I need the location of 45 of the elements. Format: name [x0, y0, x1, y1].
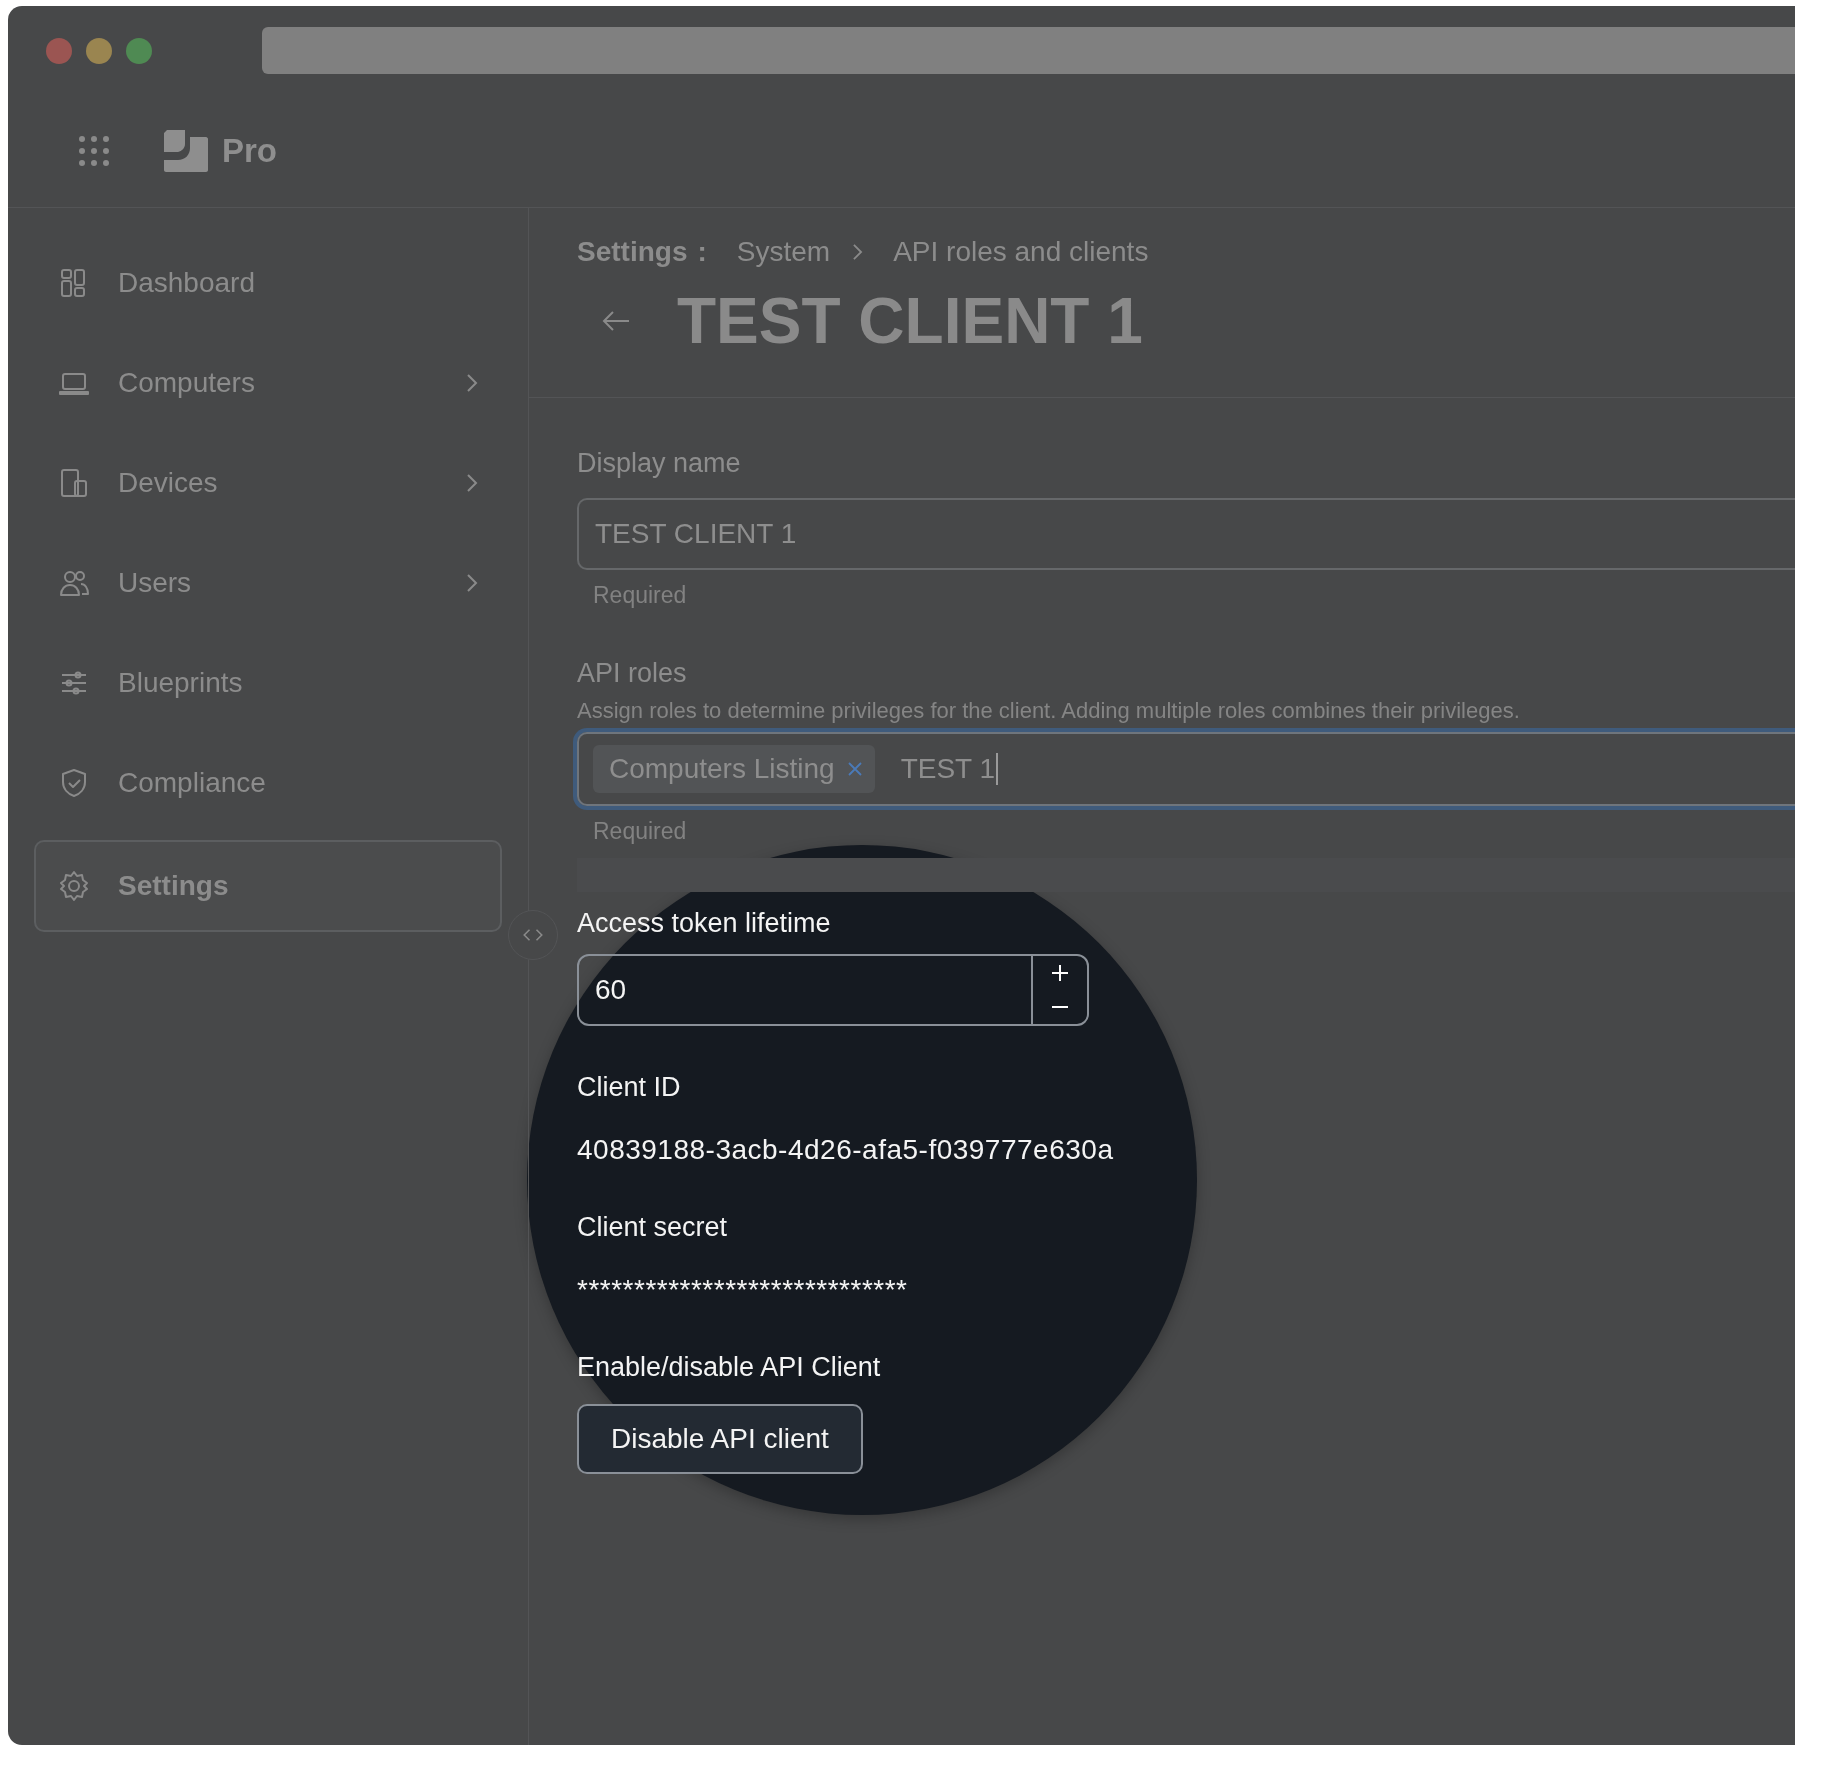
field-label: Access token lifetime: [577, 908, 832, 940]
role-tag: Computers Listing: [593, 745, 875, 793]
breadcrumb-link[interactable]: System: [736, 236, 831, 268]
sidebar-item[interactable]: Settings: [34, 840, 502, 932]
sidebar-item[interactable]: Compliance: [34, 734, 502, 832]
app-name: Pro: [222, 132, 277, 170]
app-grid-icon[interactable]: [78, 135, 110, 167]
remove-icon[interactable]: [846, 761, 863, 777]
breadcrumb-link[interactable]: API roles and clients: [893, 236, 1149, 268]
sidebar-item[interactable]: Dashboard: [34, 234, 502, 332]
field-label: API roles: [577, 658, 688, 690]
disable-button[interactable]: Disable API client: [577, 1404, 863, 1474]
field-label: Client secret: [577, 1212, 729, 1244]
plus-icon[interactable]: [1050, 963, 1070, 983]
sidebar-item[interactable]: Blueprints: [34, 634, 502, 732]
field-hint: Required: [593, 582, 688, 610]
number-field[interactable]: 60: [577, 954, 1089, 1026]
collapse-sidebar-button[interactable]: [508, 910, 558, 960]
field-label: Enable/disable API Client: [577, 1352, 882, 1384]
logo-icon: [164, 130, 208, 172]
field-label: Client ID: [577, 1072, 682, 1104]
code-brackets-icon: [522, 928, 544, 942]
field-hint: Required: [593, 818, 688, 846]
chevron-right-icon: [466, 473, 478, 493]
sidebar-item[interactable]: Users: [34, 534, 502, 632]
text-cursor: [996, 753, 999, 785]
settings-icon: [58, 870, 90, 902]
chevron-right-icon: [466, 573, 478, 593]
sidebar-item[interactable]: Computers: [34, 334, 502, 432]
field-label: Display name: [577, 448, 742, 480]
field-description: Assign roles to determine privileges for the client. Adding multiple roles combines their privileges.: [577, 698, 1521, 724]
sidebar-item[interactable]: Devices: [34, 434, 502, 532]
back-arrow-icon[interactable]: [601, 309, 631, 333]
page-title: TEST CLIENT 1: [677, 284, 1143, 358]
devices-icon: [58, 467, 90, 499]
breadcrumb-separator: :: [697, 236, 707, 268]
breadcrumb-link[interactable]: Settings: [577, 236, 688, 268]
input-field[interactable]: TEST CLIENT 1: [577, 498, 1795, 570]
chevron-right-icon: [466, 373, 478, 393]
minimize-button[interactable]: [86, 37, 112, 64]
client-id: 40839188-3acb-4d26-afa5-f039777e630a: [577, 1134, 1115, 1166]
chevron-right-icon: [852, 243, 864, 261]
close-button[interactable]: [46, 37, 72, 64]
zoom-button[interactable]: [126, 37, 152, 64]
client-secret: *****************************: [577, 1274, 909, 1306]
